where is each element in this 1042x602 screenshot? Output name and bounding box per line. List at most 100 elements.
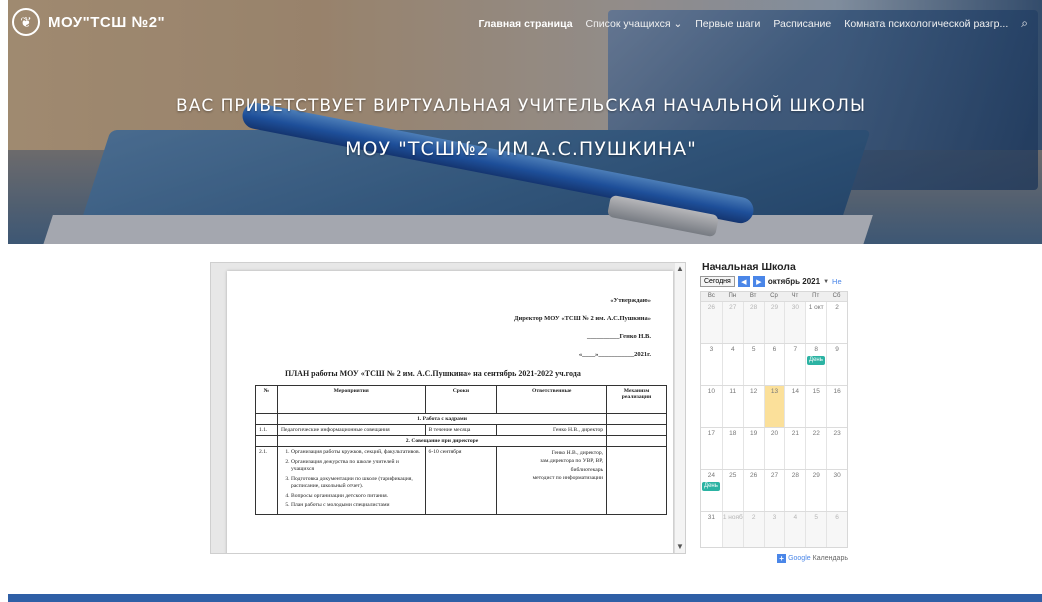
calendar-title: Начальная Школа [702,261,796,273]
table-cell: 1.1. [255,424,278,436]
responsible-line: методист по информатизации [532,475,604,482]
list-item: Организация работы кружков, секций, факу… [291,449,422,457]
approve-heading: «Утверждаю» [610,297,651,304]
table-cell: В течение месяца [424,424,498,436]
nav-item-schedule[interactable]: Расписание [773,18,831,30]
list-item: Подготовка документации по школе (тарифи… [291,476,422,491]
weekday-label: Вс [707,293,715,299]
calendar-week: 24 25 26 27 28 29 30 День [701,469,847,511]
nav-item-first-steps[interactable]: Первые шаги [695,18,760,30]
nav-item-students[interactable]: Список учащихся ⌄ [586,18,683,30]
calendar-day[interactable]: 29 [805,470,827,511]
table-cell: Генко Н.В., директор [496,424,608,436]
calendar-day[interactable]: 31 [701,512,722,547]
calendar-event[interactable]: День [702,482,720,491]
calendar-day[interactable]: 5 [805,512,827,547]
today-button[interactable]: Сегодня [700,276,735,287]
calendar-day[interactable]: 26 [701,302,722,343]
calendar-day-today[interactable]: 13 [763,386,785,427]
calendar-day[interactable]: 28 [784,470,806,511]
hero-subheading: МОУ "ТСШ№2 ИМ.А.С.ПУШКИНА" [345,138,697,160]
column-header: № [255,385,278,414]
nav-item-relax-room[interactable]: Комната психологической разгр... [844,18,1008,30]
calendar-event[interactable]: День [807,356,825,365]
chevron-down-icon: ⌄ [673,17,683,30]
table-cell: 6-10 сентября [424,446,498,515]
document-viewer[interactable]: «Утверждаю» Директор МОУ «ТСШ № 2 им. А.… [210,262,686,554]
calendar-day[interactable]: 22 [805,428,827,469]
task-list: Организация работы кружков, секций, факу… [281,449,422,510]
calendar-day[interactable]: 2 [826,302,847,343]
calendar-brand-label: Календарь [812,555,848,562]
month-label[interactable]: октябрь 2021 [768,277,820,286]
calendar-day[interactable]: 27 [721,302,743,343]
page: ❦ МОУ"ТСШ №2" Главная страница Список уч… [0,0,1042,602]
calendar-day[interactable]: 30 [784,302,806,343]
week-view-link[interactable]: Не [832,277,842,286]
weekday-label: Сб [832,293,841,299]
calendar-day[interactable]: 18 [721,428,743,469]
section-title: 2. Совещание при директоре [276,435,608,447]
calendar-day[interactable]: 12 [742,386,764,427]
table-cell: Педагогические информационные совещания [276,424,426,436]
table-cell [255,435,278,447]
calendar-day[interactable]: 6 [826,512,847,547]
calendar-week: 26 27 28 29 30 1 окт 2 [701,301,847,343]
calendar-day[interactable]: 2 [742,512,764,547]
calendar-day[interactable]: 15 [805,386,827,427]
calendar-day[interactable]: 6 [763,344,785,385]
responsible-line: Генко Н.В., директор, [551,450,604,456]
calendar-day[interactable]: 11 [721,386,743,427]
calendar-widget: Начальная Школа Сегодня ◀ ▶ октябрь 2021… [700,260,848,578]
site-logo[interactable]: ❦ МОУ"ТСШ №2" [12,8,165,36]
calendar-day[interactable]: 17 [701,428,722,469]
document-page: «Утверждаю» Директор МОУ «ТСШ № 2 им. А.… [227,271,673,553]
calendar-day[interactable]: 30 [826,470,847,511]
calendar-day[interactable]: 1 нояб [721,512,743,547]
table-cell [606,413,667,425]
calendar-day[interactable]: 23 [826,428,847,469]
table-cell [606,435,667,447]
scroll-down-icon[interactable]: ▼ [675,541,685,553]
list-item: План работы с молодыми специалистами [291,502,422,510]
calendar-day[interactable]: 20 [763,428,785,469]
calendar-day[interactable]: 4 [784,512,806,547]
calendar-day[interactable]: 26 [742,470,764,511]
viewer-scrollbar[interactable]: ▲ ▼ [675,263,685,553]
table-cell [606,424,667,436]
calendar-day[interactable]: 9 [826,344,847,385]
calendar-week: 31 1 нояб 2 3 4 5 6 [701,511,847,547]
calendar-toolbar: Сегодня ◀ ▶ октябрь 2021 ▼ Не [700,276,848,287]
weekday-label: Пт [812,293,820,299]
calendar-week: 17 18 19 20 21 22 23 [701,427,847,469]
calendar-day[interactable]: 16 [826,386,847,427]
calendar-day[interactable]: 21 [784,428,806,469]
calendar-day[interactable]: 1 окт [805,302,827,343]
calendar-day[interactable]: 27 [763,470,785,511]
search-icon[interactable]: ⌕ [1021,16,1028,31]
calendar-day[interactable]: 28 [742,302,764,343]
next-month-button[interactable]: ▶ [752,276,765,287]
table-cell: Генко Н.В., директор, зам.директора по У… [496,446,608,515]
calendar-day[interactable]: 4 [721,344,743,385]
calendar-day[interactable]: 3 [701,344,722,385]
calendar-day[interactable]: 14 [784,386,806,427]
calendar-day[interactable]: 7 [784,344,806,385]
scroll-up-icon[interactable]: ▲ [675,263,685,275]
calendar-day[interactable]: 25 [721,470,743,511]
prev-month-button[interactable]: ◀ [737,276,750,287]
table-cell [606,446,667,515]
list-item: Вопросы организации детского питания. [291,493,422,501]
approve-date: «____»___________2021г. [578,351,651,358]
nav-item-home[interactable]: Главная страница [478,18,572,30]
site-title: МОУ"ТСШ №2" [48,13,166,31]
chevron-down-icon[interactable]: ▼ [823,279,829,285]
calendar-day[interactable]: 3 [763,512,785,547]
section-title: 1. Работа с кадрами [276,413,608,425]
calendar-day[interactable]: 10 [701,386,722,427]
calendar-day[interactable]: 19 [742,428,764,469]
weekday-label: Вт [749,293,757,299]
calendar-day[interactable]: 5 [742,344,764,385]
google-calendar-link[interactable]: + Google Календарь [700,554,848,563]
calendar-day[interactable]: 29 [763,302,785,343]
